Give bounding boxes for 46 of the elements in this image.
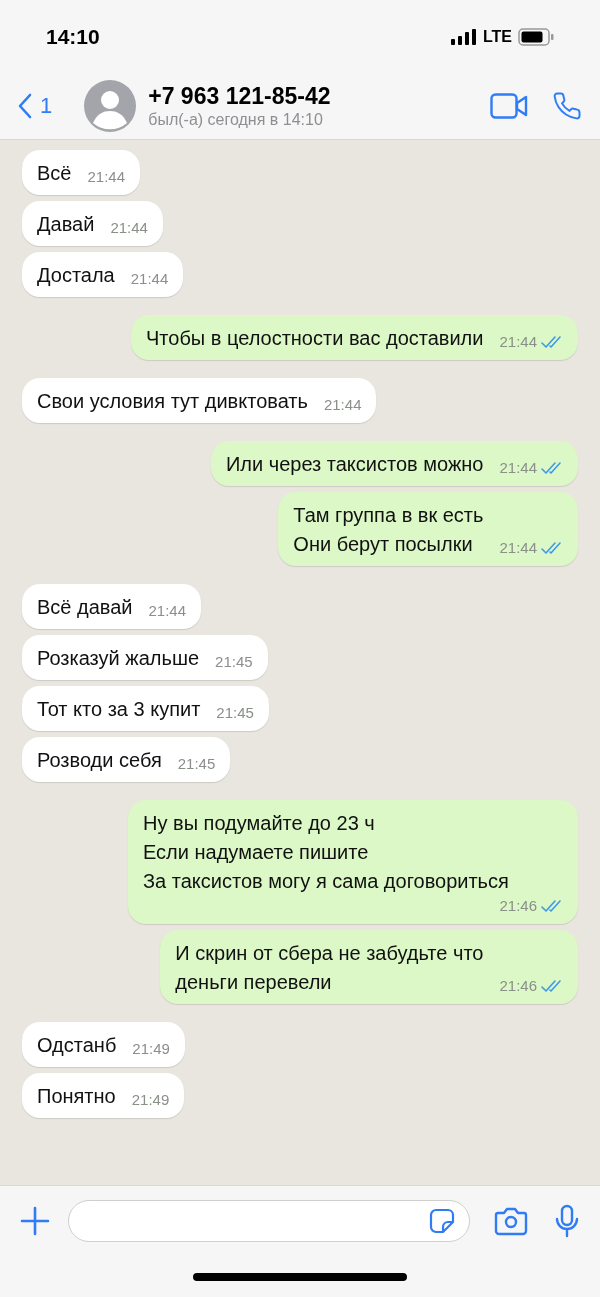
message-text: И скрин от сбера не забудьте что деньги перевели	[175, 941, 484, 995]
message-text: Или через таксистов можно	[225, 452, 484, 477]
message-time: 21:45	[215, 652, 253, 672]
message-time: 21:44	[323, 395, 362, 415]
message-text: Розводи себя	[37, 748, 162, 773]
back-chevron-icon	[18, 92, 32, 119]
message-text: Ну вы подумайте до 23 ч Если надумаете пишите За таксистов могу я сама договориться	[143, 811, 509, 894]
microphone-icon[interactable]	[554, 1204, 580, 1238]
message-time: 21:44	[130, 269, 169, 289]
message-time: 21:44	[499, 332, 537, 352]
message-time: 21:46	[499, 896, 537, 916]
message-text: Понятно	[37, 1084, 116, 1109]
message-time: 21:44	[87, 167, 125, 187]
message-time: 21:44	[499, 458, 537, 478]
message-text: Одстанб	[37, 1033, 117, 1058]
message-text: Всё	[37, 161, 72, 186]
message-time: 21:44	[148, 601, 187, 621]
video-call-icon[interactable]	[490, 92, 528, 119]
message-text: Чтобы в целостности вас доставили	[146, 326, 484, 351]
message-time: 21:45	[177, 754, 216, 774]
camera-icon[interactable]	[494, 1206, 528, 1236]
message-time: 21:44	[110, 218, 148, 238]
sticker-icon[interactable]	[429, 1208, 455, 1234]
signal-icon	[450, 29, 477, 45]
message-text: Там группа в вк есть Они берут посылки	[293, 503, 484, 557]
back-button[interactable]: 1	[18, 89, 53, 122]
message-text: Давай	[37, 212, 95, 237]
message-time: 21:45	[216, 703, 254, 723]
message-text: Свои условия тут дивктовать	[37, 389, 308, 414]
message-text: Розказуй жальше	[37, 646, 200, 671]
message-text: Достала	[37, 263, 115, 288]
status-time: 14:10	[46, 24, 100, 51]
battery-icon	[518, 28, 554, 46]
message-time: 21:44	[499, 538, 537, 558]
message-time: 21:49	[132, 1039, 170, 1059]
network-label: LTE	[482, 27, 512, 47]
contact-name[interactable]: +7 963 121-85-42	[148, 81, 331, 110]
avatar-icon[interactable]	[84, 79, 137, 132]
message-text: Тот кто за 3 купит	[37, 697, 201, 722]
message-input-field[interactable]	[68, 1200, 470, 1242]
plus-icon[interactable]	[20, 1206, 50, 1236]
message-time: 21:49	[131, 1090, 170, 1110]
phone-icon[interactable]	[552, 90, 582, 121]
last-seen-status: был(-а) сегодня в 14:10	[148, 109, 324, 130]
message-time: 21:46	[499, 976, 537, 996]
message-text: Всё давай	[37, 595, 133, 620]
